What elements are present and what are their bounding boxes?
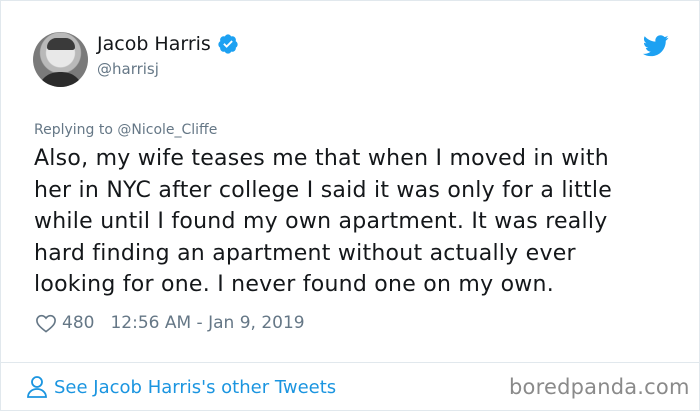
watermark: boredpanda.com — [509, 375, 690, 399]
see-other-tweets-label[interactable]: See Jacob Harris's other Tweets — [54, 377, 336, 398]
tweet-text-line: looking for one. I never found one on my… — [34, 272, 554, 297]
tweet-timestamp[interactable]: 12:56 AM - Jan 9, 2019 — [110, 313, 304, 333]
tweet-card: Jacob Harris @harrisj Replying to @Nicol… — [0, 0, 700, 411]
avatar-shoulders — [37, 72, 84, 87]
avatar[interactable] — [33, 32, 88, 87]
replying-to-text[interactable]: Replying to @Nicole_Cliffe — [34, 122, 217, 138]
footer-divider — [1, 362, 700, 363]
tweet-text-line: Also, my wife teases me that when I move… — [34, 146, 609, 171]
heart-icon[interactable] — [35, 313, 57, 333]
like-count: 480 — [62, 313, 95, 333]
author-name-row: Jacob Harris — [97, 33, 239, 55]
avatar-hair — [47, 38, 75, 50]
user-icon — [27, 376, 47, 398]
tweet-meta-row: 480 12:56 AM - Jan 9, 2019 — [35, 313, 305, 333]
tweet-text-line: her in NYC after college I said it was o… — [34, 177, 612, 203]
see-other-tweets-link[interactable]: See Jacob Harris's other Tweets — [26, 375, 336, 399]
user-handle[interactable]: @harrisj — [97, 60, 159, 78]
tweet-text-line: while until I found my own apartment. It… — [34, 209, 608, 234]
verified-badge-icon — [218, 34, 238, 54]
tweet-text: Also, my wife teases me that when I move… — [34, 143, 674, 301]
twitter-bird-icon[interactable] — [643, 35, 669, 57]
tweet-text-line: hard finding an apartment without actual… — [34, 240, 576, 266]
display-name[interactable]: Jacob Harris — [97, 33, 211, 55]
